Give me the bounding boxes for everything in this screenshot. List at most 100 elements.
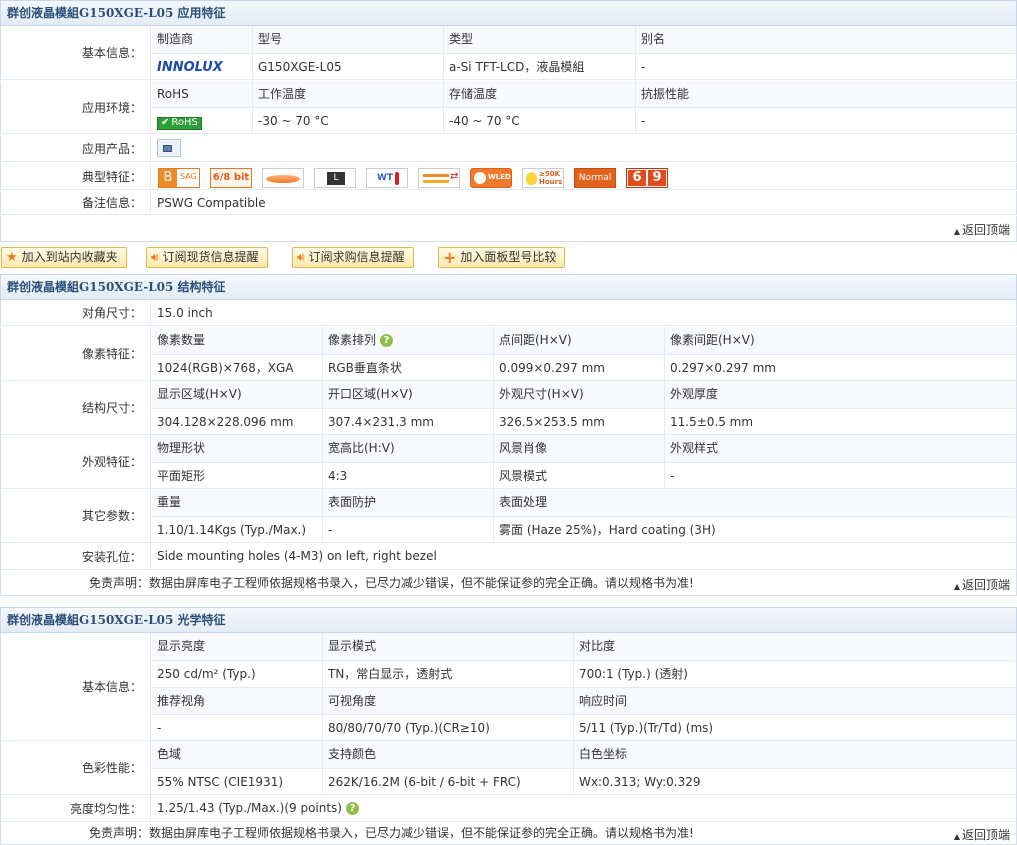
row-label: 像素特征： [1, 327, 151, 380]
cell-value: - [641, 114, 646, 128]
cell-head: 像素排列? [323, 327, 493, 354]
cell-value: 80/80/70/70 (Typ.)(CR≥10) [328, 721, 490, 735]
cell-value: -30 ~ 70 °C [258, 114, 329, 128]
cell-head: 显示亮度 [152, 633, 322, 660]
lifetime-icon[interactable]: ≥50K Hours [522, 168, 564, 188]
disclaimer-text: 免责声明：数据由屏库电子工程师依据规格书录入，已尽力减少错误，但不能保证参的完全… [89, 576, 694, 590]
up-arrow-icon: ▲ [953, 227, 960, 236]
normal-mode-icon[interactable]: Normal [574, 168, 616, 188]
row-optical-basic: 基本信息： 显示亮度 显示模式 对比度 250 cd/m² (Typ.) TN，… [0, 633, 1017, 741]
cell-head: 响应时间 [574, 688, 1016, 714]
speaker-icon: 🔊︎ [151, 250, 159, 264]
wide-temp-icon[interactable]: WT [366, 168, 408, 188]
row-color: 色彩性能： 色域 支持颜色 白色坐标 55% NTSC (CIE1931) 26… [0, 741, 1017, 795]
row-other: 其它参数： 重量 表面防护 表面处理 1.10/1.14Kgs (Typ./Ma… [0, 489, 1017, 543]
cell-value: 0.297×0.297 mm [670, 361, 776, 375]
uniformity-value: 1.25/1.43 (Typ./Max.)(9 points)? [152, 795, 359, 821]
cell-head: 显示模式 [323, 633, 573, 660]
cell-value: 5/11 (Typ.)(Tr/Td) (ms) [579, 721, 714, 735]
row-features: 典型特征： B SAG 6/8 bit L WT ⇄ WLED ≥50K Hou… [0, 163, 1017, 190]
cell-head: 存储温度 [444, 81, 635, 107]
cell-value: - [157, 721, 162, 735]
cell-head: 重量 [152, 489, 322, 516]
cell-head: 对比度 [574, 633, 1016, 660]
row-label: 对角尺寸： [1, 300, 151, 325]
row-products: 应用产品： [0, 135, 1017, 162]
help-icon[interactable]: ? [380, 334, 394, 347]
wled-icon[interactable]: WLED [470, 168, 512, 188]
row-label: 备注信息： [1, 191, 151, 214]
help-icon[interactable]: ? [346, 801, 359, 815]
cell-head: 表面防护 [323, 489, 493, 516]
cell-value: - [328, 523, 333, 537]
bit-depth-icon[interactable]: 6/8 bit [210, 168, 252, 188]
row-label: 基本信息： [1, 633, 151, 740]
cell-head: 型号 [253, 26, 443, 53]
product-icons [152, 135, 181, 161]
cell-value: - [641, 60, 646, 74]
row-structure: 结构尺寸： 显示区域(H×V) 开口区域(H×V) 外观尺寸(H×V) 外观厚度… [0, 381, 1017, 435]
row-label: 基本信息： [1, 26, 151, 79]
cell-head: 支持颜色 [323, 741, 573, 768]
cell-value: 250 cd/m² (Typ.) [157, 667, 256, 681]
cell-head: 别名 [636, 26, 1016, 53]
cell-value: a-Si TFT-LCD，液晶模組 [449, 60, 585, 74]
subscribe-buy-button[interactable]: 🔊︎ 订阅求购信息提醒 [292, 247, 414, 268]
cell-head: 开口区域(H×V) [323, 381, 493, 408]
row-mounting: 安装孔位： Side mounting holes (4-M3) on left… [0, 543, 1017, 570]
cell-value: TN，常白显示，透射式 [328, 667, 453, 681]
cell-head: 表面处理 [494, 489, 1016, 516]
row-label: 结构尺寸： [1, 381, 151, 434]
cell-head: 制造商 [152, 26, 252, 53]
row-label: 应用产品： [1, 135, 151, 161]
cell-head: 工作温度 [253, 81, 443, 107]
row-diagonal: 对角尺寸： 15.0 inch [0, 300, 1017, 326]
row-label: 典型特征： [1, 163, 151, 189]
mounting-value: Side mounting holes (4-M3) on left, righ… [157, 549, 437, 563]
row-pixel: 像素特征： 像素数量 像素排列? 点间距(H×V) 像素间距(H×V) 1024… [0, 327, 1017, 381]
row-remark: 备注信息： PSWG Compatible [0, 191, 1017, 215]
cell-value: 4:3 [328, 469, 348, 483]
back-to-top-link[interactable]: ▲ 返回顶端 [954, 221, 1010, 238]
landscape-icon[interactable]: L [314, 168, 356, 188]
back-to-top-link[interactable]: ▲ 返回顶端 [954, 576, 1010, 593]
cell-head: RoHS [152, 81, 252, 107]
row-label: 其它参数： [1, 489, 151, 542]
disclaimer-structure: 免责声明：数据由屏库电子工程师依据规格书录入，已尽力减少错误，但不能保证参的完全… [0, 570, 1017, 596]
innolux-logo[interactable]: INNOLUX [152, 54, 252, 80]
cell-head: 白色坐标 [574, 741, 1016, 768]
up-arrow-icon: ▲ [953, 582, 960, 591]
monitor-icon[interactable] [157, 139, 181, 157]
cell-head: 风景肖像 [494, 435, 664, 462]
add-compare-button[interactable]: + 加入面板型号比较 [438, 247, 566, 268]
cell-value: 700:1 (Typ.) (透射) [579, 667, 688, 681]
panel-shape-icon[interactable] [262, 168, 304, 188]
sag-feature-icon[interactable]: B SAG [158, 168, 200, 188]
add-favorite-button[interactable]: ★ 加入到站内收藏夹 [1, 247, 127, 268]
cell-head: 宽高比(H:V) [323, 435, 493, 462]
back-to-top-link[interactable]: ▲ 返回顶端 [954, 826, 1010, 843]
cell-head: 点间距(H×V) [494, 327, 664, 354]
section-title-optical: 群创液晶模組G150XGE-L05 光学特征 [0, 607, 1017, 633]
row-label: 安装孔位： [1, 543, 151, 569]
interface-icon[interactable]: ⇄ [418, 168, 460, 188]
disclaimer-text: 免责声明：数据由屏库电子工程师依据规格书录入，已尽力减少错误，但不能保证参的完全… [89, 826, 694, 840]
subscribe-stock-button[interactable]: 🔊︎ 订阅现货信息提醒 [146, 247, 268, 268]
section-title-application: 群创液晶模組G150XGE-L05 应用特征 [0, 0, 1017, 26]
cell-head: 推荐视角 [152, 688, 322, 714]
cell-head: 物理形状 [152, 435, 322, 462]
remark-value: PSWG Compatible [157, 195, 266, 210]
row-environment: 应用环境： RoHS 工作温度 存储温度 抗振性能 ✔ RoHS -30 ~ 70… [0, 81, 1017, 134]
plus-icon: + [443, 248, 457, 267]
rohs-badge: ✔ RoHS [157, 116, 202, 130]
row-label: 色彩性能： [1, 741, 151, 794]
up-arrow-icon: ▲ [953, 832, 960, 841]
speaker-icon: 🔊︎ [297, 250, 305, 264]
clock-6-9-icon[interactable]: 6 9 [626, 168, 668, 188]
row-label: 亮度均匀性： [1, 795, 151, 821]
row-back-top: ▲ 返回顶端 [0, 216, 1017, 242]
cell-value: 平面矩形 [157, 469, 206, 483]
row-uniformity: 亮度均匀性： 1.25/1.43 (Typ./Max.)(9 points)? [0, 795, 1017, 822]
cell-value: 风景模式 [499, 469, 548, 483]
row-appearance: 外观特征： 物理形状 宽高比(H:V) 风景肖像 外观样式 平面矩形 4:3 风… [0, 435, 1017, 489]
